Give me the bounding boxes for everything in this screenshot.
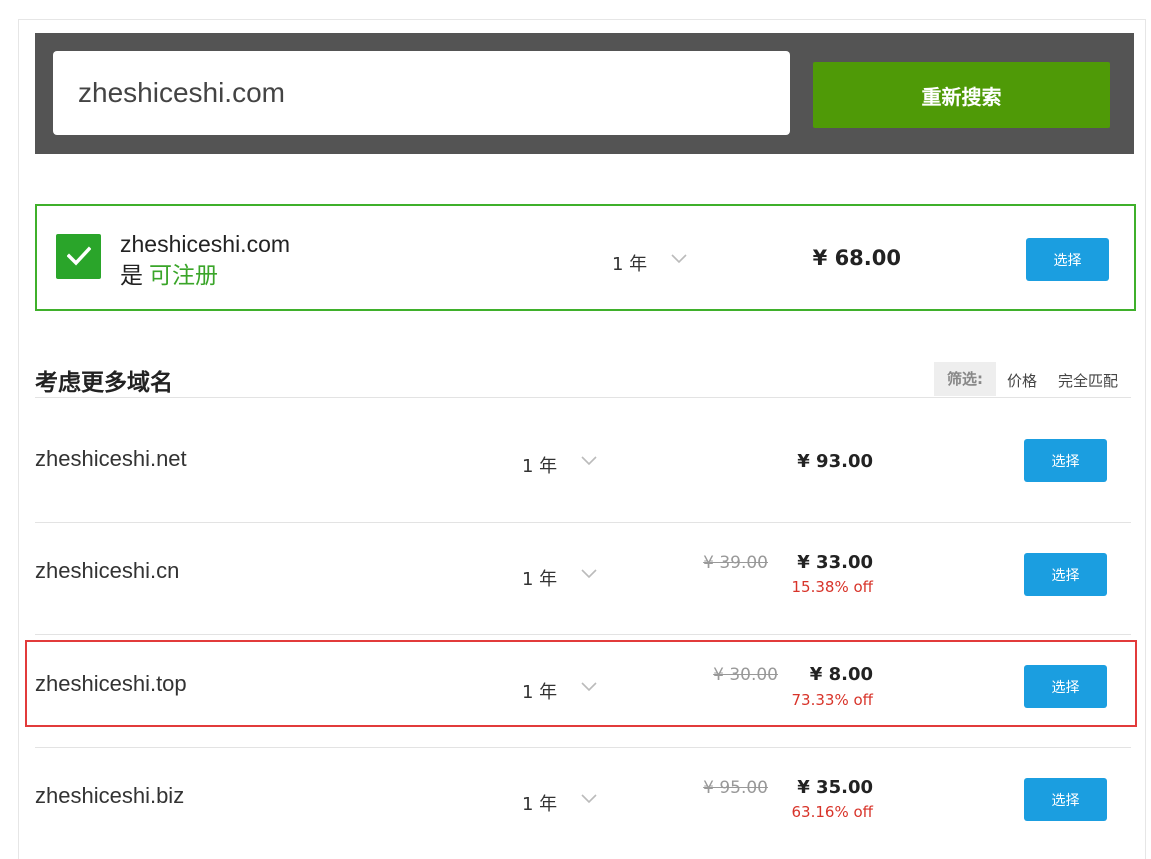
- term-select[interactable]: 1 年: [522, 452, 557, 478]
- filter-label: 筛选:: [934, 362, 996, 396]
- search-again-button[interactable]: 重新搜索: [813, 62, 1110, 128]
- select-button[interactable]: 选择: [1024, 553, 1107, 596]
- original-price: ¥ 30.00: [713, 665, 778, 685]
- select-button[interactable]: 选择: [1024, 439, 1107, 482]
- chevron-down-icon[interactable]: [581, 569, 597, 579]
- term-select[interactable]: 1 年: [522, 790, 557, 816]
- availability-prefix: 是: [120, 263, 143, 289]
- chevron-down-icon[interactable]: [671, 254, 687, 264]
- chevron-down-icon[interactable]: [581, 682, 597, 692]
- domain-name: zheshiceshi.top: [35, 671, 187, 696]
- select-button[interactable]: 选择: [1024, 665, 1107, 708]
- check-icon: [56, 234, 101, 279]
- price: ¥ 8.00: [809, 664, 873, 685]
- filter-exact-match[interactable]: 完全匹配: [1058, 370, 1118, 391]
- price: ¥ 35.00: [797, 777, 873, 798]
- select-button[interactable]: 选择: [1026, 238, 1109, 281]
- original-price: ¥ 95.00: [703, 778, 768, 798]
- price: ¥ 93.00: [797, 451, 873, 472]
- availability-status: 是可注册: [120, 256, 218, 290]
- price: ¥ 33.00: [797, 552, 873, 573]
- search-input[interactable]: [53, 51, 790, 135]
- filter-price[interactable]: 价格: [1007, 370, 1037, 391]
- domain-name: zheshiceshi.cn: [35, 558, 180, 583]
- discount: 63.16% off: [791, 803, 873, 821]
- domain-name: zheshiceshi.biz: [35, 783, 185, 808]
- chevron-down-icon[interactable]: [581, 794, 597, 804]
- chevron-down-icon[interactable]: [581, 456, 597, 466]
- discount: 73.33% off: [791, 691, 873, 709]
- select-button[interactable]: 选择: [1024, 778, 1107, 821]
- divider: [35, 397, 1131, 398]
- available-domain-name: zheshiceshi.com: [120, 231, 291, 257]
- available-price: ¥ 68.00: [812, 246, 901, 270]
- availability-text: 可注册: [149, 263, 218, 289]
- divider: [35, 522, 1131, 523]
- divider: [35, 634, 1131, 635]
- term-select[interactable]: 1 年: [522, 678, 557, 704]
- domain-name: zheshiceshi.net: [35, 446, 187, 471]
- section-title: 考虑更多域名: [35, 370, 173, 396]
- divider: [35, 747, 1131, 748]
- term-select[interactable]: 1 年: [522, 565, 557, 591]
- discount: 15.38% off: [791, 578, 873, 596]
- original-price: ¥ 39.00: [703, 553, 768, 573]
- term-select[interactable]: 1 年: [612, 250, 647, 276]
